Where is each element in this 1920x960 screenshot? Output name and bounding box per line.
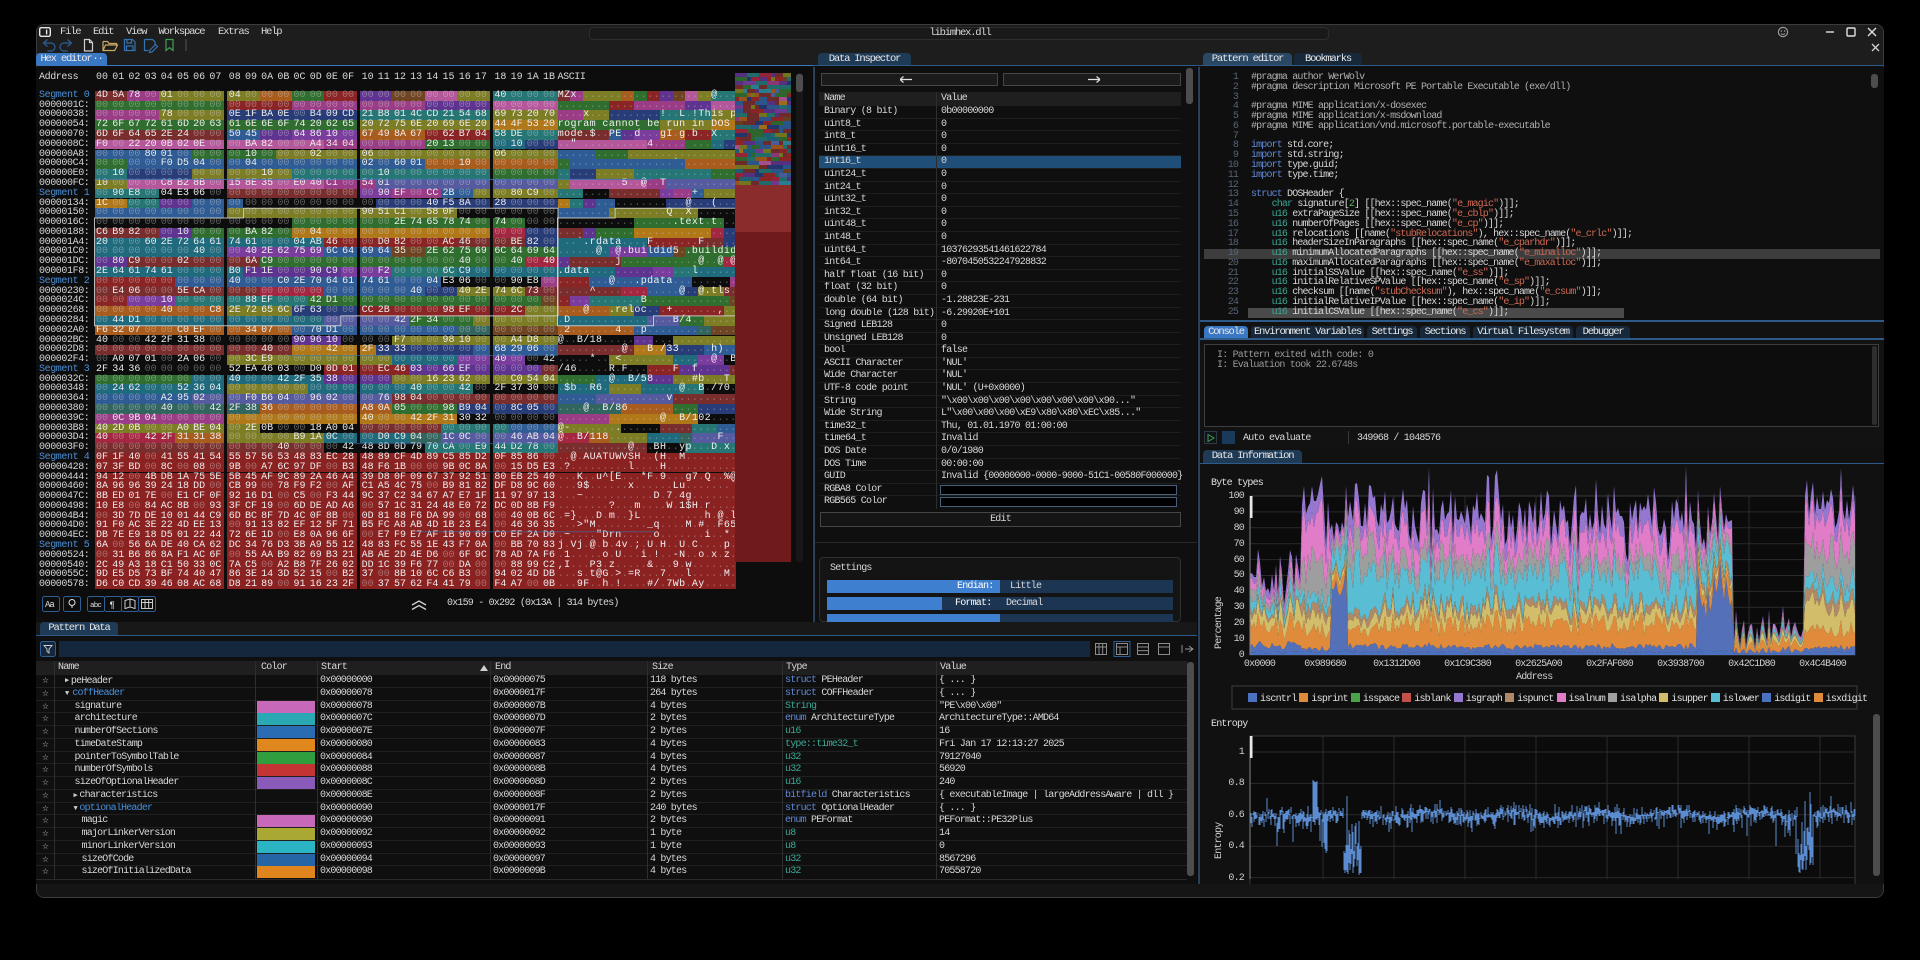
svg-text:Aa: Aa [45, 600, 55, 610]
svg-text:abc: abc [90, 602, 101, 610]
svg-text:¶: ¶ [110, 601, 115, 611]
